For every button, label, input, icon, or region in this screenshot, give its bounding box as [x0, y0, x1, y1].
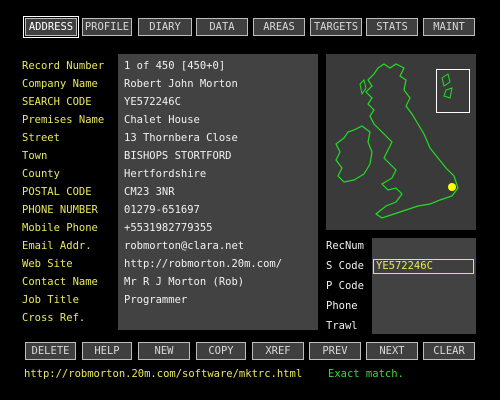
prev-button[interactable]: PREV	[309, 342, 361, 360]
new-button[interactable]: NEW	[138, 342, 190, 360]
value-street[interactable]: 13 Thornbera Close	[124, 132, 238, 144]
value-record-number[interactable]: 1 of 450 [450+0]	[124, 60, 225, 72]
hebrides-outline	[359, 79, 367, 96]
tab-stats[interactable]: STATS	[366, 18, 418, 36]
ireland-outline	[335, 125, 373, 183]
tab-data[interactable]: DATA	[196, 18, 248, 36]
label-scode: S Code	[326, 260, 364, 272]
value-postal-code[interactable]: CM23 3NR	[124, 186, 175, 198]
label-street: Street	[22, 132, 60, 144]
search-panel[interactable]	[372, 238, 476, 334]
clear-button[interactable]: CLEAR	[423, 342, 475, 360]
record-values-panel: 1 of 450 [450+0] Robert John Morton YE57…	[118, 54, 318, 330]
label-county: County	[22, 168, 60, 180]
status-message: Exact match.	[328, 368, 404, 380]
value-premises-name[interactable]: Chalet House	[124, 114, 200, 126]
label-mobile-phone: Mobile Phone	[22, 222, 98, 234]
label-postal-code: POSTAL CODE	[22, 186, 92, 198]
label-contact-name: Contact Name	[22, 276, 98, 288]
label-recnum: RecNum	[326, 240, 364, 252]
label-email: Email Addr.	[22, 240, 92, 252]
label-pcode: P Code	[326, 280, 364, 292]
help-button[interactable]: HELP	[82, 342, 132, 360]
value-web-site[interactable]: http://robmorton.20m.com/	[124, 258, 282, 270]
label-premises-name: Premises Name	[22, 114, 105, 126]
scode-input[interactable]: YE572246C	[373, 259, 474, 274]
value-search-code[interactable]: YE572246C	[124, 96, 181, 108]
tab-profile[interactable]: PROFILE	[82, 18, 132, 36]
value-contact-name[interactable]: Mr R J Morton (Rob)	[124, 276, 244, 288]
label-job-title: Job Title	[22, 294, 79, 306]
tab-areas[interactable]: AREAS	[253, 18, 305, 36]
xref-button[interactable]: XREF	[252, 342, 304, 360]
label-cross-ref: Cross Ref.	[22, 312, 86, 324]
label-web-site: Web Site	[22, 258, 73, 270]
location-marker	[448, 183, 456, 191]
value-county[interactable]: Hertfordshire	[124, 168, 206, 180]
label-phone-number: PHONE NUMBER	[22, 204, 98, 216]
value-job-title[interactable]: Programmer	[124, 294, 187, 306]
label-search-code: SEARCH CODE	[22, 96, 92, 108]
tab-maint[interactable]: MAINT	[423, 18, 475, 36]
value-mobile-phone[interactable]: +5531982779355	[124, 222, 213, 234]
delete-button[interactable]: DELETE	[25, 342, 76, 360]
value-company-name[interactable]: Robert John Morton	[124, 78, 238, 90]
label-trawl: Trawl	[326, 320, 358, 332]
value-email[interactable]: robmorton@clara.net	[124, 240, 244, 252]
value-phone-number[interactable]: 01279-651697	[124, 204, 200, 216]
map-inset-box	[436, 69, 470, 113]
label-town: Town	[22, 150, 48, 162]
label-company-name: Company Name	[22, 78, 98, 90]
tab-targets[interactable]: TARGETS	[310, 18, 362, 36]
copy-button[interactable]: COPY	[196, 342, 246, 360]
value-town[interactable]: BISHOPS STORTFORD	[124, 150, 231, 162]
tab-diary[interactable]: DIARY	[138, 18, 192, 36]
label-record-number: Record Number	[22, 60, 105, 72]
tab-address[interactable]: ADDRESS	[23, 16, 79, 38]
label-phone: Phone	[326, 300, 358, 312]
next-button[interactable]: NEXT	[366, 342, 418, 360]
status-url[interactable]: http://robmorton.20m.com/software/mktrc.…	[24, 368, 302, 380]
